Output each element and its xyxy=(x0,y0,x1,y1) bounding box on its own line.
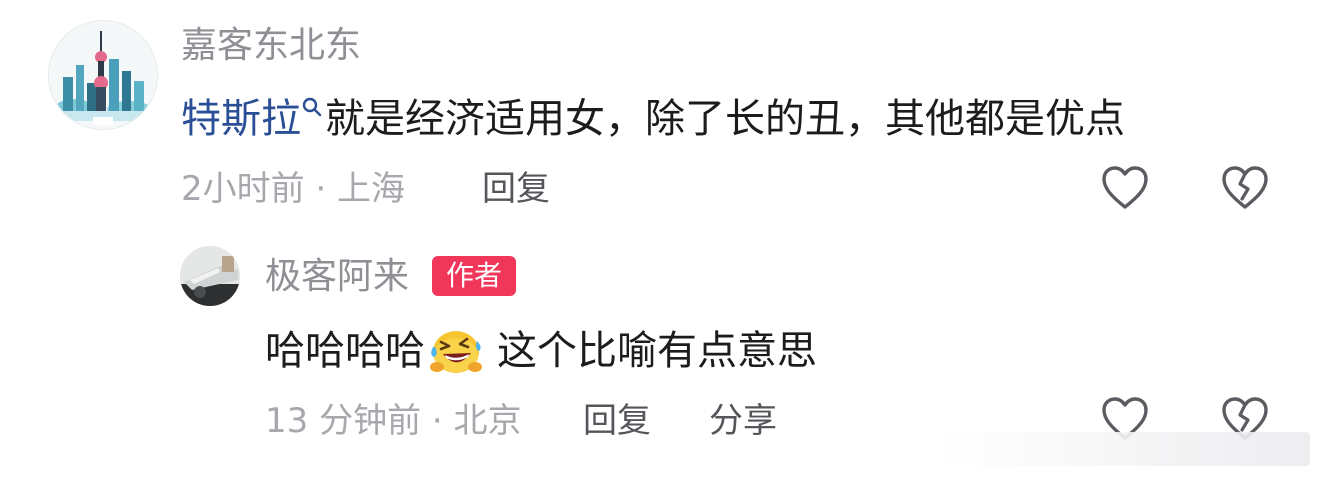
avatar[interactable] xyxy=(180,246,240,306)
reply-button[interactable]: 回复 xyxy=(583,400,651,442)
comment-meta: 2小时前 · 上海 xyxy=(181,169,406,209)
avatar[interactable] xyxy=(48,20,158,130)
comment-text: 就是经济适用女，除了长的丑，其他都是优点 xyxy=(325,96,1125,142)
comment-meta: 13 分钟前 · 北京 xyxy=(265,401,522,441)
search-icon xyxy=(302,97,322,117)
heart-outline-icon[interactable] xyxy=(1101,165,1149,211)
city-skyline-avatar-icon xyxy=(49,21,157,129)
topic-name[interactable]: 特斯拉 xyxy=(181,96,301,142)
photo-avatar-icon xyxy=(180,246,240,306)
share-button[interactable]: 分享 xyxy=(709,400,777,442)
comment-text-before: 哈哈哈哈 xyxy=(265,328,425,374)
reply-button[interactable]: 回复 xyxy=(482,168,550,210)
broken-heart-icon[interactable] xyxy=(1221,165,1269,211)
comment-content: 哈哈哈哈 这个比喻有点意思 xyxy=(265,324,817,377)
topic-link[interactable]: 特斯拉 xyxy=(181,96,325,142)
rolling-on-floor-laughing-emoji xyxy=(430,331,482,373)
comment-content: 特斯拉 就是经济适用女，除了长的丑，其他都是优点 xyxy=(181,94,1125,144)
comment-username[interactable]: 嘉客东北东 xyxy=(181,24,361,68)
bottom-fade-overlay xyxy=(940,432,1310,466)
comment-text-after: 这个比喻有点意思 xyxy=(497,328,817,374)
comment-username[interactable]: 极客阿来 xyxy=(265,255,409,299)
author-badge: 作者 xyxy=(432,256,516,296)
